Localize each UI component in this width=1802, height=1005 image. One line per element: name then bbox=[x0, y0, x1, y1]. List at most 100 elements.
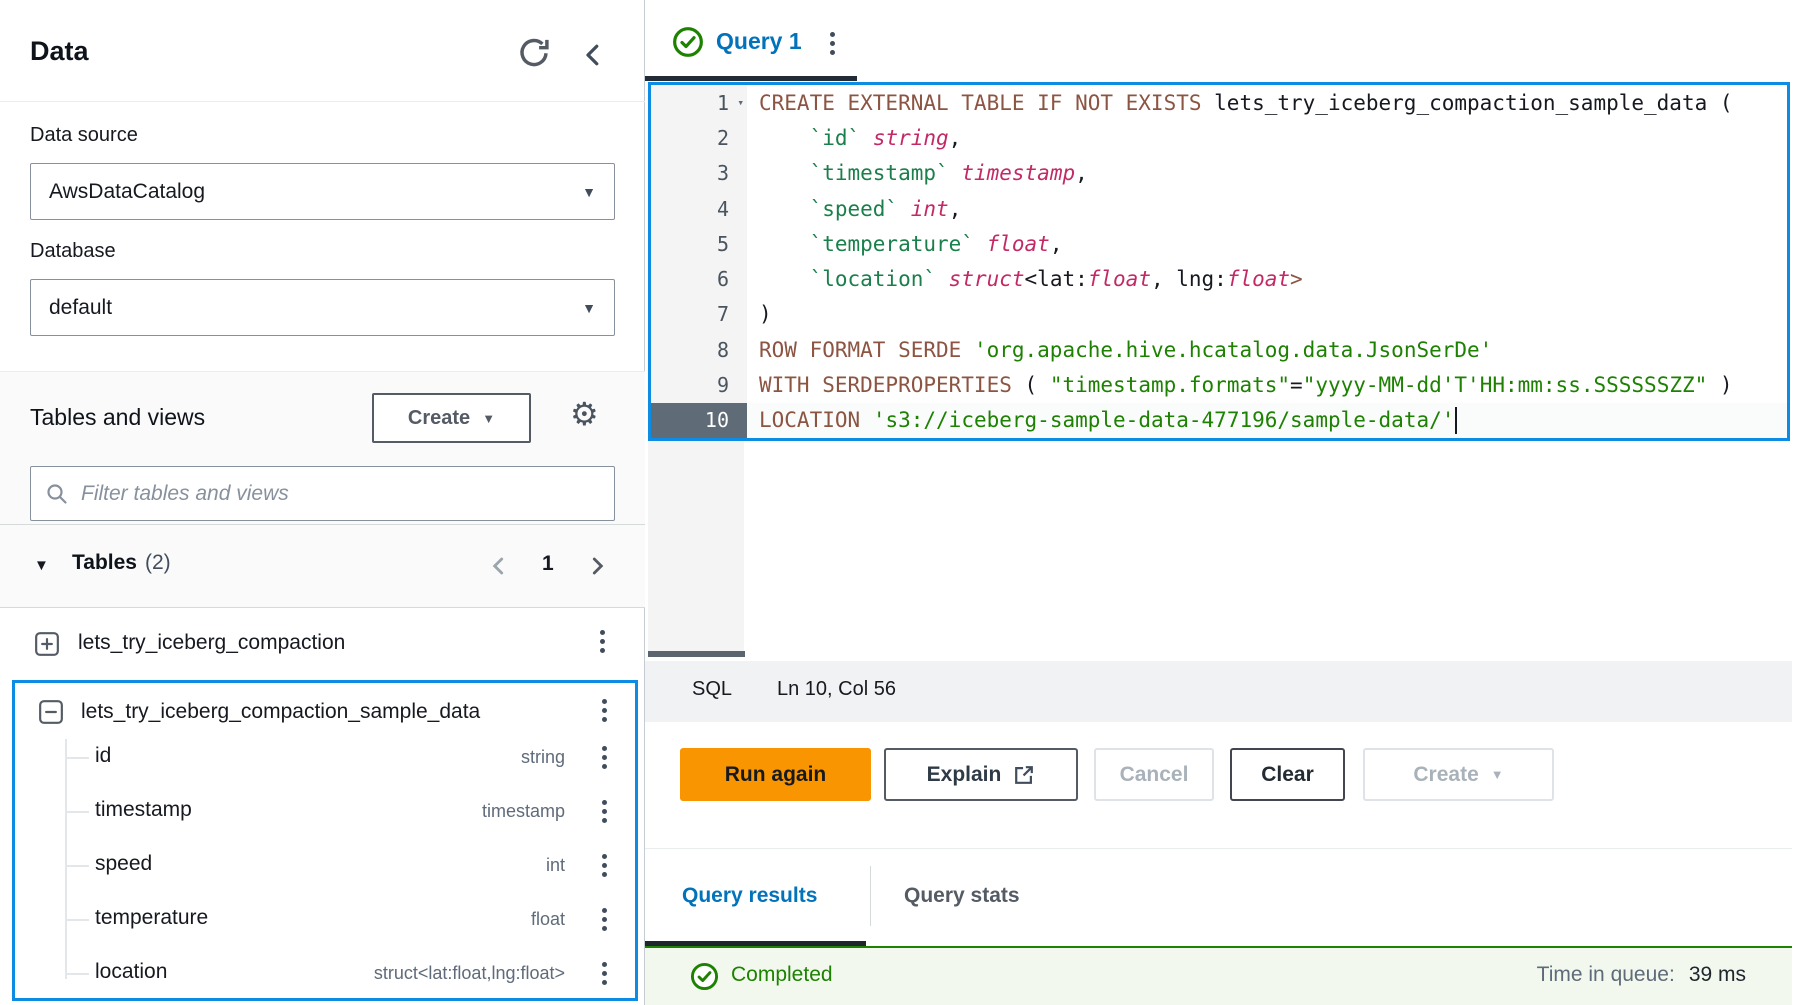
line-number: 1▾ bbox=[651, 85, 747, 120]
expanded-table-highlight: lets_try_iceberg_compaction_sample_data … bbox=[12, 680, 638, 1001]
code-text: `temperature` float, bbox=[747, 232, 1062, 256]
table-actions-kebab[interactable] bbox=[596, 626, 609, 657]
collapse-panel-button[interactable] bbox=[578, 40, 608, 70]
line-number: 8 bbox=[651, 332, 747, 367]
line-number: 10 bbox=[651, 403, 747, 438]
time-in-queue-value: 39 ms bbox=[1689, 963, 1746, 987]
clear-label: Clear bbox=[1261, 763, 1314, 787]
query-success-icon bbox=[672, 26, 704, 58]
code-line[interactable]: 2 `id` string, bbox=[651, 120, 1787, 155]
chevron-down-icon: ▼ bbox=[582, 184, 596, 200]
run-again-button[interactable]: Run again bbox=[680, 748, 871, 801]
chevron-down-icon: ▼ bbox=[1491, 767, 1504, 782]
column-row: locationstruct<lat:float,lng:float> bbox=[15, 947, 635, 1001]
code-line[interactable]: 4 `speed` int, bbox=[651, 191, 1787, 226]
tree-connector bbox=[65, 811, 89, 813]
chevron-down-icon: ▼ bbox=[482, 411, 495, 426]
tab-divider bbox=[870, 866, 871, 926]
query-tab-kebab[interactable] bbox=[826, 28, 839, 59]
explain-button[interactable]: Explain bbox=[884, 748, 1078, 801]
code-line[interactable]: 8ROW FORMAT SERDE 'org.apache.hive.hcata… bbox=[651, 332, 1787, 367]
cursor-position: Ln 10, Col 56 bbox=[777, 678, 896, 701]
column-actions-kebab[interactable] bbox=[598, 958, 611, 989]
gear-icon[interactable]: ⚙ bbox=[570, 398, 599, 430]
table-name[interactable]: lets_try_iceberg_compaction bbox=[78, 631, 345, 655]
tree-connector bbox=[65, 973, 89, 975]
code-line[interactable]: 3 `timestamp` timestamp, bbox=[651, 156, 1787, 191]
tree-connector bbox=[65, 757, 89, 759]
cancel-button: Cancel bbox=[1094, 748, 1214, 801]
create-button-label: Create bbox=[408, 407, 470, 430]
sql-editor[interactable]: 1▾CREATE EXTERNAL TABLE IF NOT EXISTS le… bbox=[648, 82, 1790, 441]
line-number: 2 bbox=[651, 120, 747, 155]
editor-hscrollbar[interactable] bbox=[648, 651, 745, 657]
code-text: ) bbox=[747, 302, 772, 326]
table-name[interactable]: lets_try_iceberg_compaction_sample_data bbox=[81, 700, 480, 724]
pagination-prev-button[interactable] bbox=[486, 553, 512, 579]
run-again-label: Run again bbox=[725, 763, 827, 787]
code-lines: 1▾CREATE EXTERNAL TABLE IF NOT EXISTS le… bbox=[651, 85, 1787, 438]
code-text: `location` struct<lat:float, lng:float> bbox=[747, 267, 1303, 291]
refresh-button[interactable] bbox=[516, 36, 552, 72]
column-actions-kebab[interactable] bbox=[598, 904, 611, 935]
clear-button[interactable]: Clear bbox=[1230, 748, 1345, 801]
tables-and-views-heading: Tables and views bbox=[30, 404, 205, 431]
line-number: 5 bbox=[651, 226, 747, 261]
refresh-icon bbox=[516, 36, 552, 72]
filter-tables-box bbox=[30, 466, 615, 521]
tables-group-count: (2) bbox=[145, 551, 171, 574]
code-text: CREATE EXTERNAL TABLE IF NOT EXISTS lets… bbox=[747, 91, 1733, 115]
table-actions-kebab[interactable] bbox=[598, 695, 611, 726]
filter-tables-input[interactable] bbox=[79, 481, 600, 507]
column-actions-kebab[interactable] bbox=[598, 850, 611, 881]
column-name: speed bbox=[95, 852, 152, 876]
editor-gutter-strip bbox=[648, 441, 744, 651]
pagination-next-button[interactable] bbox=[584, 553, 610, 579]
create-table-button[interactable]: Create ▼ bbox=[372, 393, 531, 443]
code-line[interactable]: 10LOCATION 's3://iceberg-sample-data-477… bbox=[651, 403, 1787, 438]
completed-check-icon bbox=[690, 962, 719, 991]
code-line[interactable]: 6 `location` struct<lat:float, lng:float… bbox=[651, 261, 1787, 296]
editor-status-bar: SQL Ln 10, Col 56 bbox=[645, 661, 1792, 722]
column-row: timestamptimestamp bbox=[15, 785, 635, 839]
search-icon bbox=[45, 482, 69, 506]
database-label: Database bbox=[30, 240, 116, 263]
fold-caret-icon[interactable]: ▾ bbox=[737, 96, 744, 109]
column-row: speedint bbox=[15, 839, 635, 893]
column-actions-kebab[interactable] bbox=[598, 796, 611, 827]
panel-title: Data bbox=[30, 0, 89, 102]
athena-query-editor: Data Data source AwsDataCatalog ▼ Databa… bbox=[0, 0, 1802, 1005]
database-select[interactable]: default ▼ bbox=[30, 279, 615, 336]
line-number: 9 bbox=[651, 367, 747, 402]
data-source-label: Data source bbox=[30, 124, 138, 147]
code-line[interactable]: 1▾CREATE EXTERNAL TABLE IF NOT EXISTS le… bbox=[651, 85, 1787, 120]
active-tab-underline bbox=[645, 76, 857, 81]
code-line[interactable]: 5 `temperature` float, bbox=[651, 226, 1787, 261]
chevron-left-icon bbox=[486, 553, 512, 579]
tab-query-stats[interactable]: Query stats bbox=[904, 884, 1020, 908]
column-actions-kebab[interactable] bbox=[598, 742, 611, 773]
expand-table-button[interactable] bbox=[34, 631, 60, 657]
code-line[interactable]: 9WITH SERDEPROPERTIES ( "timestamp.forma… bbox=[651, 367, 1787, 402]
status-badge: Completed bbox=[731, 963, 833, 987]
table-row: lets_try_iceberg_compaction bbox=[0, 608, 645, 680]
results-divider bbox=[645, 848, 1792, 849]
section-caret-icon[interactable]: ▼ bbox=[34, 557, 49, 574]
database-value: default bbox=[49, 296, 112, 320]
column-name: location bbox=[95, 960, 167, 984]
data-source-select[interactable]: AwsDataCatalog ▼ bbox=[30, 163, 615, 220]
column-row: idstring bbox=[15, 731, 635, 785]
line-number: 6 bbox=[651, 261, 747, 296]
data-panel: Data Data source AwsDataCatalog ▼ Databa… bbox=[0, 0, 645, 1005]
column-type: timestamp bbox=[482, 801, 565, 822]
chevron-left-icon bbox=[578, 40, 608, 70]
tab-query-1[interactable]: Query 1 bbox=[716, 28, 802, 55]
create-dropdown-button: Create ▼ bbox=[1363, 748, 1554, 801]
code-text: `speed` int, bbox=[747, 197, 961, 221]
tree-connector bbox=[65, 919, 89, 921]
collapse-table-button[interactable] bbox=[38, 699, 64, 725]
minus-square-icon bbox=[38, 699, 64, 725]
pagination-page-1[interactable]: 1 bbox=[542, 552, 554, 576]
code-line[interactable]: 7) bbox=[651, 297, 1787, 332]
tab-query-results[interactable]: Query results bbox=[682, 884, 817, 908]
